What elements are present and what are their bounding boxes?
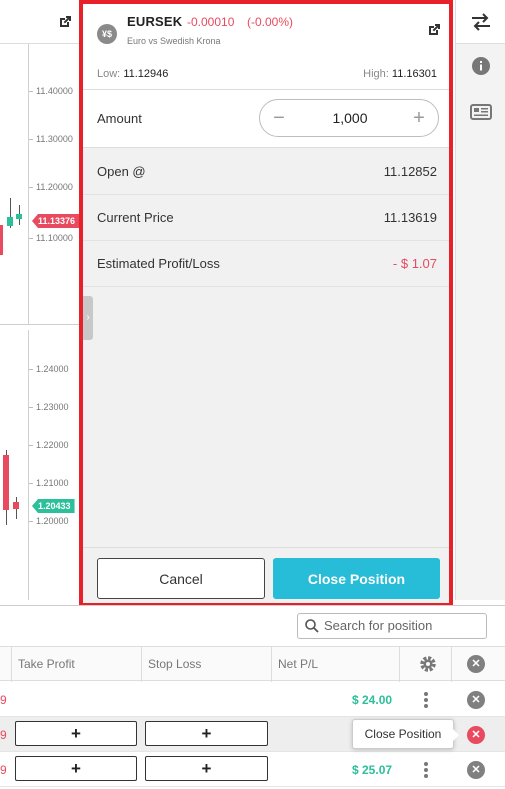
open-value: 11.12852 — [383, 164, 437, 179]
row-lead-value: 9 — [0, 763, 7, 777]
positions-area: Search for position Take Profit Stop Los… — [0, 605, 505, 789]
amount-value[interactable]: 1,000 — [300, 110, 400, 126]
axis-tick: 1.21000 — [36, 478, 69, 488]
axis-tick: 1.23000 — [36, 402, 69, 412]
popout-icon[interactable] — [426, 22, 442, 38]
current-price-tag: 1.20433 — [32, 499, 75, 513]
search-placeholder: Search for position — [324, 618, 433, 633]
close-position-button[interactable]: Close Position — [273, 558, 440, 599]
axis-tick: 1.20000 — [36, 516, 69, 526]
row-lead-value: 9 — [0, 693, 7, 707]
current-price-tag: 11.13376 — [32, 214, 80, 228]
current-price-label: Current Price — [97, 210, 174, 225]
column-take-profit[interactable]: Take Profit — [12, 647, 142, 682]
close-position-icon[interactable]: ✕ — [467, 761, 485, 779]
candle — [7, 217, 13, 226]
price-axis-line — [28, 44, 29, 324]
search-icon — [305, 619, 319, 633]
instrument-description: Euro vs Swedish Krona — [127, 36, 221, 46]
cancel-button[interactable]: Cancel — [97, 558, 265, 599]
currency-icon: ¥$ — [97, 24, 117, 44]
amount-row: Amount − 1,000 + — [83, 90, 449, 148]
add-stop-loss-button[interactable]: + — [145, 721, 268, 746]
info-icon — [472, 57, 490, 75]
high-price: High: 11.16301 — [363, 68, 437, 80]
candle — [13, 502, 19, 509]
table-row[interactable]: 9 $ 24.00 ✕ — [0, 682, 505, 717]
open-label: Open @ — [97, 164, 146, 179]
add-stop-loss-button[interactable]: + — [145, 756, 268, 781]
axis-tick: 1.22000 — [36, 440, 69, 450]
open-price-row: Open @ 11.12852 — [83, 149, 449, 195]
add-take-profit-button[interactable]: + — [15, 756, 137, 781]
column-close: ✕ — [452, 647, 505, 682]
close-all-icon[interactable]: ✕ — [467, 655, 485, 673]
panel-footer: Cancel Close Position — [83, 547, 449, 603]
column-stop-loss[interactable]: Stop Loss — [142, 647, 272, 682]
net-pl-value: $ 25.07 — [352, 763, 393, 777]
table-header: Take Profit Stop Loss Net P/L ✕ — [0, 646, 505, 682]
info-tab[interactable] — [456, 44, 505, 88]
axis-tick: 11.30000 — [36, 134, 73, 144]
close-position-icon[interactable]: ✕ — [467, 691, 485, 709]
profit-loss-value: - $ 1.07 — [392, 256, 437, 271]
chart-header — [0, 0, 80, 44]
add-take-profit-button[interactable]: + — [15, 721, 137, 746]
profit-loss-row: Estimated Profit/Loss - $ 1.07 — [83, 241, 449, 287]
amount-label: Amount — [97, 111, 142, 126]
profit-loss-label: Estimated Profit/Loss — [97, 256, 220, 271]
table-row[interactable]: 9 + + $ 25.07 ✕ — [0, 752, 505, 787]
close-position-tooltip: Close Position — [352, 719, 459, 749]
amount-stepper[interactable]: − 1,000 + — [259, 99, 439, 137]
swap-arrows-icon — [472, 12, 490, 31]
more-options-icon[interactable] — [424, 762, 430, 780]
chart-bottom[interactable]: 1.24000 1.23000 1.22000 1.21000 1.20000 … — [0, 325, 80, 600]
candle — [0, 225, 3, 255]
close-position-panel: ¥$ EURSEK -0.00010 (-0.00%) Euro vs Swed… — [79, 0, 453, 605]
column-net-pl[interactable]: Net P/L — [272, 647, 400, 682]
search-input[interactable]: Search for position — [297, 613, 487, 639]
instrument-header: ¥$ EURSEK -0.00010 (-0.00%) Euro vs Swed… — [83, 4, 449, 90]
chart-top[interactable]: 11.40000 11.30000 11.20000 11.10000 11.1… — [0, 0, 80, 325]
close-position-icon[interactable]: ✕ — [467, 726, 485, 744]
axis-tick: 1.24000 — [36, 364, 69, 374]
axis-tick: 11.40000 — [36, 86, 73, 96]
axis-tick: 11.10000 — [36, 233, 73, 243]
price-change-percent: (-0.00%) — [247, 15, 294, 29]
more-options-icon[interactable] — [424, 692, 430, 710]
decrease-button[interactable]: − — [268, 107, 290, 129]
instrument-symbol: EURSEK — [127, 14, 183, 29]
candle — [16, 214, 22, 219]
price-change: -0.00010 — [187, 15, 235, 29]
low-price: Low: 11.12946 — [97, 68, 169, 80]
newspaper-icon — [470, 104, 492, 120]
candle — [3, 455, 9, 510]
price-axis-line — [28, 330, 29, 600]
increase-button[interactable]: + — [408, 107, 430, 129]
popout-icon[interactable] — [57, 14, 73, 30]
current-price-value: 11.13619 — [383, 210, 437, 225]
row-lead-value: 9 — [0, 728, 7, 742]
axis-tick: 11.20000 — [36, 182, 73, 192]
gear-icon[interactable] — [418, 654, 438, 674]
trade-tab[interactable] — [456, 0, 505, 44]
net-pl-value: $ 24.00 — [352, 693, 393, 707]
collapse-panel-handle[interactable]: › — [83, 296, 93, 340]
news-tab[interactable] — [456, 90, 505, 134]
current-price-row: Current Price 11.13619 — [83, 195, 449, 241]
column-settings[interactable] — [400, 647, 452, 682]
side-rail — [455, 0, 505, 600]
